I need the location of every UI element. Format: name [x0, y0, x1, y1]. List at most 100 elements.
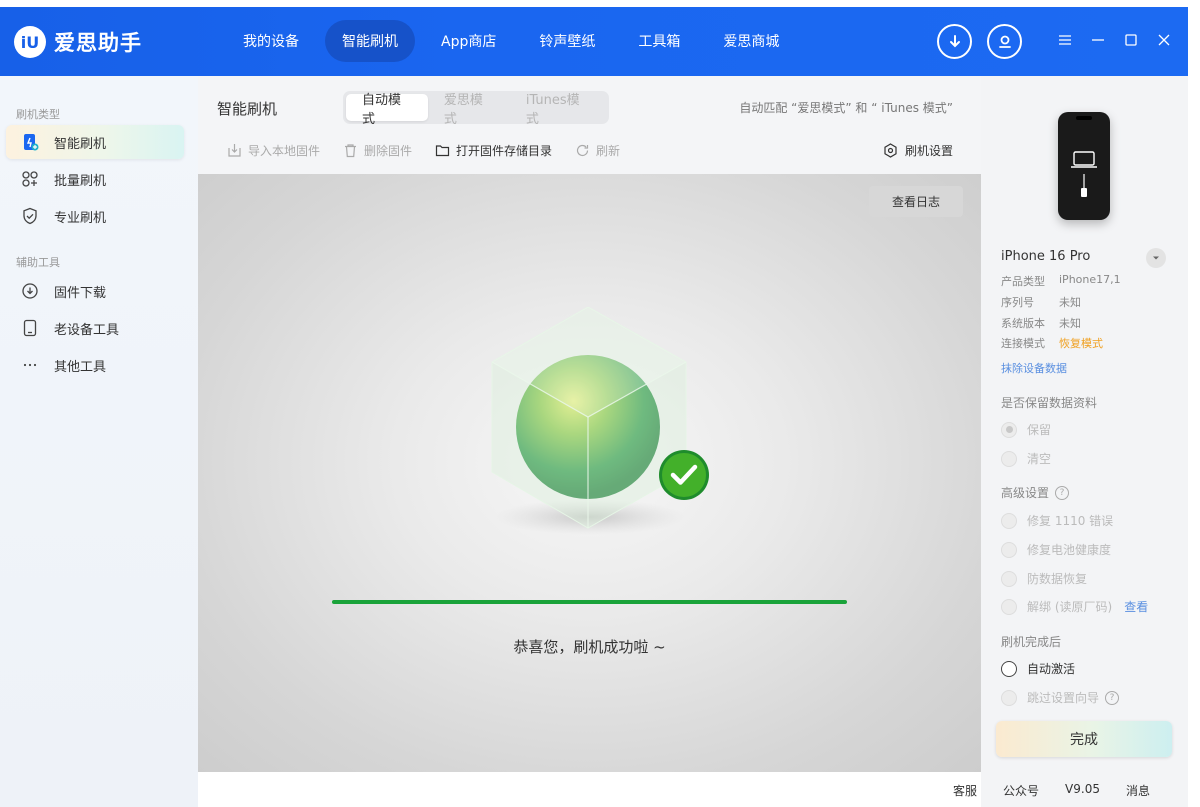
nav-smart-flash[interactable]: 智能刷机	[325, 20, 415, 62]
info-product-type: 产品类型 iPhone17,1	[1001, 273, 1121, 289]
tab-itunes-mode[interactable]: iTunes模式	[510, 93, 606, 127]
radio-clear[interactable]: 清空	[1001, 450, 1051, 467]
nav-toolbox[interactable]: 工具箱	[621, 20, 697, 62]
checkbox-icon	[1001, 541, 1017, 558]
firmware-toolbar: 导入本地固件 删除固件 打开固件存储目录 刷新	[226, 142, 642, 159]
option-fix-1110[interactable]: 修复 1110 错误	[1001, 512, 1113, 529]
option-label: 解绑 (读原厂码)	[1027, 600, 1113, 614]
nav-my-device[interactable]: 我的设备	[226, 20, 316, 62]
device-dropdown-icon[interactable]	[1146, 248, 1166, 268]
download-icon	[20, 281, 40, 301]
option-anti-recovery[interactable]: 防数据恢复	[1001, 570, 1087, 587]
advanced-title-row: 高级设置 ?	[1001, 484, 1070, 501]
keep-data-title: 是否保留数据资料	[1001, 396, 1098, 410]
refresh-button[interactable]: 刷新	[574, 142, 620, 159]
mode-tabs: 自动模式 爱思模式 iTunes模式	[343, 91, 609, 127]
radio-icon	[1001, 450, 1017, 467]
info-connection-mode: 连接模式 恢复模式	[1001, 335, 1103, 351]
help-icon[interactable]: ?	[1105, 690, 1120, 705]
option-label: 防数据恢复	[1027, 572, 1088, 586]
info-key: 系统版本	[1001, 317, 1045, 330]
app-logo: iU 爱思助手	[14, 25, 142, 59]
wipe-device-link[interactable]: 抹除设备数据	[1001, 360, 1067, 376]
info-value: 未知	[1059, 296, 1081, 309]
nav-app-store[interactable]: App商店	[424, 20, 513, 62]
refresh-label: 刷新	[596, 144, 621, 158]
footer-wechat-link[interactable]: 公众号	[1003, 782, 1039, 799]
user-icon[interactable]	[987, 24, 1022, 59]
sidebar-item-firmware-download[interactable]: 固件下载	[6, 274, 184, 308]
checkbox-icon	[1001, 512, 1017, 529]
delete-firmware-label: 删除固件	[364, 144, 413, 158]
sidebar-item-label: 固件下载	[54, 285, 107, 301]
minimize-icon[interactable]	[1083, 29, 1113, 51]
top-bar: iU 爱思助手 我的设备 智能刷机 App商店 铃声壁纸 工具箱 爱思商城	[0, 7, 1188, 76]
sidebar-item-pro-flash[interactable]: 专业刷机	[6, 199, 184, 233]
advanced-title: 高级设置	[1001, 486, 1050, 500]
trash-icon	[342, 143, 358, 159]
info-value: iPhone17,1	[1059, 273, 1121, 286]
logo-mark-icon: iU	[14, 26, 46, 58]
app-name: 爱思助手	[54, 31, 142, 55]
info-key: 连接模式	[1001, 337, 1045, 350]
download-icon[interactable]	[937, 24, 972, 59]
radio-keep[interactable]: 保留	[1001, 421, 1051, 438]
radio-icon	[1001, 660, 1017, 677]
flash-progress-bar	[332, 600, 847, 604]
flash-settings-label: 刷机设置	[904, 144, 953, 158]
success-cube-illustration	[490, 306, 720, 541]
more-icon	[20, 355, 40, 375]
info-value: 恢复模式	[1059, 337, 1103, 350]
tablet-icon	[20, 318, 40, 338]
option-label: 修复 1110 错误	[1027, 514, 1114, 528]
menu-icon[interactable]	[1050, 29, 1080, 51]
page-title: 智能刷机	[217, 100, 278, 118]
import-icon	[226, 143, 242, 159]
window-controls	[1050, 29, 1182, 51]
sidebar-item-label: 专业刷机	[54, 210, 107, 226]
sidebar-section-flash-type: 刷机类型	[16, 108, 60, 121]
radio-keep-label: 保留	[1027, 423, 1052, 437]
main-content: 智能刷机 自动模式 爱思模式 iTunes模式 自动匹配 “爱思模式” 和 “ …	[198, 76, 981, 807]
info-serial: 序列号 未知	[1001, 294, 1081, 310]
flash-settings-button[interactable]: 刷机设置	[883, 142, 953, 159]
help-icon[interactable]: ?	[1055, 485, 1070, 500]
import-firmware-button[interactable]: 导入本地固件	[226, 142, 320, 159]
info-value: 未知	[1059, 317, 1081, 330]
footer-version: V9.05	[1065, 782, 1100, 796]
open-firmware-dir-button[interactable]: 打开固件存储目录	[434, 142, 552, 159]
info-key: 序列号	[1001, 296, 1034, 309]
checkbox-icon	[1001, 689, 1017, 706]
nav-mall[interactable]: 爱思商城	[706, 20, 796, 62]
option-label: 自动激活	[1027, 662, 1076, 676]
success-message: 恭喜您，刷机成功啦 ~	[513, 638, 666, 656]
sidebar-item-old-device-tools[interactable]: 老设备工具	[6, 311, 184, 345]
info-key: 产品类型	[1001, 275, 1045, 288]
open-firmware-dir-label: 打开固件存储目录	[456, 144, 553, 158]
sidebar-item-label: 老设备工具	[54, 322, 120, 338]
tab-aisi-mode[interactable]: 爱思模式	[428, 93, 510, 127]
close-icon[interactable]	[1149, 29, 1179, 51]
settings-icon	[883, 143, 899, 159]
footer-service-link[interactable]: 客服	[953, 782, 977, 799]
option-auto-activate[interactable]: 自动激活	[1001, 660, 1075, 677]
folder-icon	[434, 143, 450, 159]
option-fix-battery[interactable]: 修复电池健康度	[1001, 541, 1111, 558]
option-unbind[interactable]: 解绑 (读原厂码) 查看	[1001, 598, 1148, 615]
footer-links: 客服 公众号 V9.05 消息	[953, 782, 1176, 799]
footer-message-link[interactable]: 消息	[1126, 782, 1150, 799]
view-log-button[interactable]: 查看日志	[869, 186, 963, 217]
sidebar-item-smart-flash[interactable]: 智能刷机	[6, 125, 184, 159]
option-skip-setup[interactable]: 跳过设置向导 ?	[1001, 689, 1120, 706]
done-button[interactable]: 完成	[996, 721, 1172, 757]
delete-firmware-button[interactable]: 删除固件	[342, 142, 412, 159]
maximize-icon[interactable]	[1116, 29, 1146, 51]
nav-ringtones[interactable]: 铃声壁纸	[522, 20, 612, 62]
sidebar-item-batch-flash[interactable]: 批量刷机	[6, 162, 184, 196]
sidebar-section-tools: 辅助工具	[16, 256, 60, 269]
sidebar-item-other-tools[interactable]: 其他工具	[6, 348, 184, 382]
top-actions	[937, 24, 1037, 59]
tab-auto-mode[interactable]: 自动模式	[346, 93, 428, 127]
refresh-icon	[574, 143, 590, 159]
view-link[interactable]: 查看	[1124, 598, 1148, 615]
